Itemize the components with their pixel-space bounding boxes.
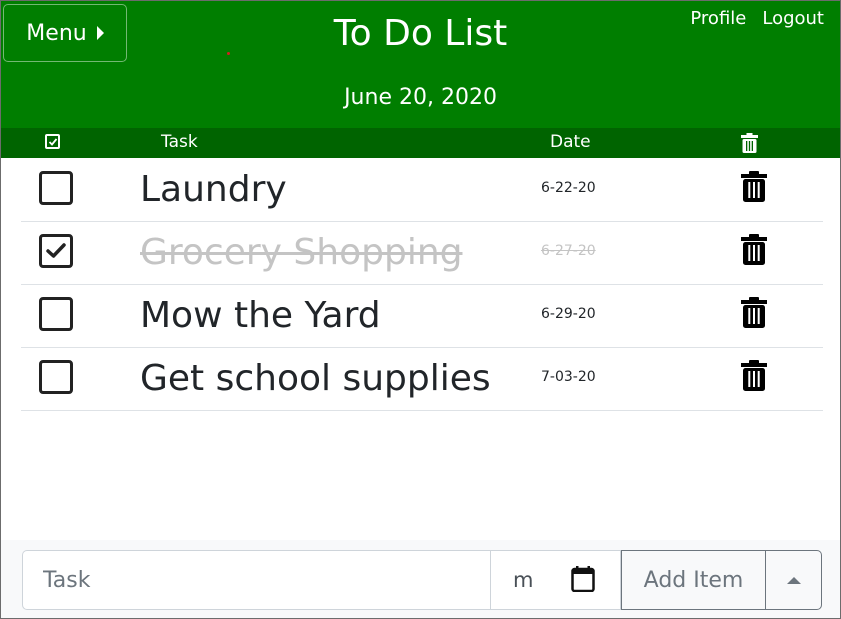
checkbox[interactable]: [39, 360, 73, 394]
task-name: Grocery Shopping: [140, 232, 463, 273]
task-date: 6-27-20: [541, 243, 596, 259]
column-header-date: Date: [550, 132, 591, 152]
task-name: Get school supplies: [140, 358, 491, 399]
logout-link[interactable]: Logout: [762, 8, 824, 29]
dropdown-toggle-button[interactable]: [766, 550, 822, 610]
trash-icon[interactable]: [741, 171, 767, 206]
task-date: 6-22-20: [541, 180, 596, 196]
task-date: 6-29-20: [541, 306, 596, 322]
date-input[interactable]: m: [490, 550, 621, 610]
column-header-task: Task: [161, 132, 198, 152]
todo-list: Laundry 6-22-20 Grocery Shopping 6-27-20 Mow…: [21, 159, 823, 411]
caret-up-icon: [786, 576, 801, 584]
table-header: Task Date: [1, 128, 840, 158]
add-item-bar: m Add Item: [1, 540, 840, 618]
task-name: Laundry: [140, 169, 287, 210]
task-input[interactable]: [22, 550, 490, 610]
checkbox[interactable]: [39, 297, 73, 331]
trash-icon: [741, 133, 758, 158]
task-date: 7-03-20: [541, 369, 596, 385]
add-item-form: m Add Item: [22, 550, 822, 610]
task-name: Mow the Yard: [140, 295, 381, 336]
trash-icon[interactable]: [741, 360, 767, 395]
app-header: Menu To Do List June 20, 2020 Profile Lo…: [1, 1, 840, 128]
add-item-button[interactable]: Add Item: [621, 550, 766, 610]
calendar-icon[interactable]: [571, 566, 595, 596]
profile-link[interactable]: Profile: [690, 8, 746, 29]
date-input-value: m: [513, 568, 534, 592]
trash-icon[interactable]: [741, 234, 767, 269]
todo-row: Mow the Yard 6-29-20: [21, 285, 823, 348]
todo-row: Get school supplies 7-03-20: [21, 348, 823, 411]
checkbox[interactable]: [39, 171, 73, 205]
current-date: June 20, 2020: [344, 85, 497, 110]
user-nav: Profile Logout: [690, 8, 824, 29]
check-square-icon: [45, 134, 60, 149]
todo-row: Grocery Shopping 6-27-20: [21, 222, 823, 285]
checkbox-checked[interactable]: [39, 234, 73, 268]
trash-icon[interactable]: [741, 297, 767, 332]
todo-row: Laundry 6-22-20: [21, 159, 823, 222]
